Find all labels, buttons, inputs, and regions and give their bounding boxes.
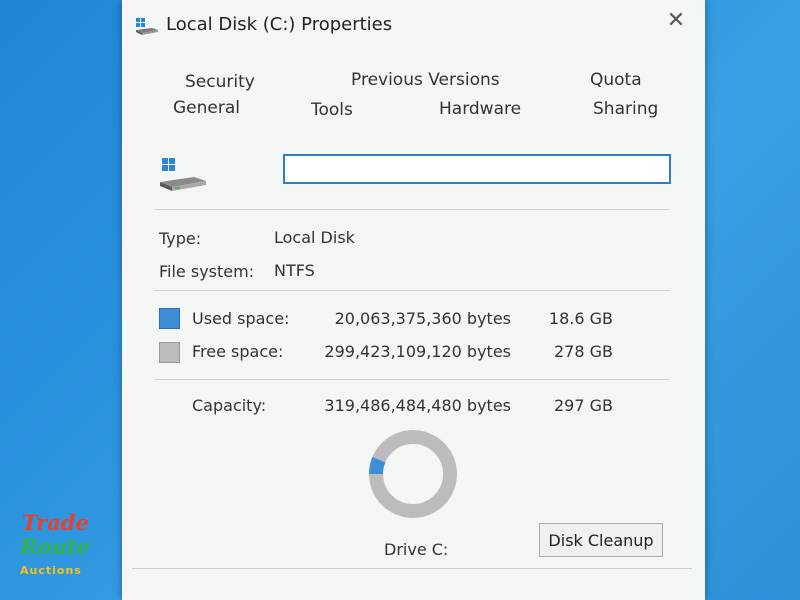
trade-route-auctions-logo: Trade Route Auctions	[20, 510, 90, 577]
tab-general[interactable]: General	[173, 98, 240, 118]
disk-usage-donut	[369, 430, 457, 518]
type-value: Local Disk	[274, 228, 355, 247]
free-space-size: 278 GB	[554, 342, 613, 361]
used-space-swatch	[159, 308, 180, 329]
divider	[154, 209, 670, 210]
used-space-size: 18.6 GB	[548, 309, 613, 328]
file-system-value: NTFS	[274, 261, 315, 280]
divider	[132, 568, 692, 569]
window-title: Local Disk (C:) Properties	[166, 14, 393, 35]
tab-tools[interactable]: Tools	[311, 100, 353, 120]
capacity-label: Capacity:	[192, 396, 267, 415]
disk-cleanup-button[interactable]: Disk Cleanup	[539, 523, 663, 557]
file-system-label: File system:	[159, 262, 255, 281]
drive-icon	[160, 158, 206, 191]
free-space-ring	[369, 430, 457, 518]
type-label: Type:	[159, 229, 202, 248]
free-space-label: Free space:	[192, 342, 284, 361]
tab-quota[interactable]: Quota	[590, 70, 642, 90]
tab-security[interactable]: Security	[185, 72, 255, 92]
tab-sharing[interactable]: Sharing	[593, 99, 658, 119]
title-bar[interactable]: Local Disk (C:) Properties ✕	[122, 0, 705, 50]
close-icon[interactable]: ✕	[665, 10, 687, 32]
capacity-size: 297 GB	[554, 396, 613, 415]
capacity-bytes: 319,486,484,480 bytes	[324, 396, 511, 415]
tab-hardware[interactable]: Hardware	[439, 99, 521, 119]
drive-icon	[136, 18, 158, 35]
properties-dialog: Local Disk (C:) Properties ✕ Security Pr…	[122, 0, 705, 600]
divider	[154, 290, 670, 291]
windows-logo-icon	[162, 158, 175, 171]
free-space-swatch	[159, 342, 180, 363]
tab-previous-versions[interactable]: Previous Versions	[351, 70, 500, 90]
general-tab-panel: Type: Local Disk File system: NTFS Used …	[132, 132, 692, 600]
drive-name-field[interactable]	[283, 154, 671, 184]
free-space-bytes: 299,423,109,120 bytes	[324, 342, 511, 361]
used-space-label: Used space:	[192, 309, 290, 328]
divider	[154, 379, 670, 380]
drive-label: Drive C:	[384, 540, 449, 559]
used-space-bytes: 20,063,375,360 bytes	[334, 309, 511, 328]
